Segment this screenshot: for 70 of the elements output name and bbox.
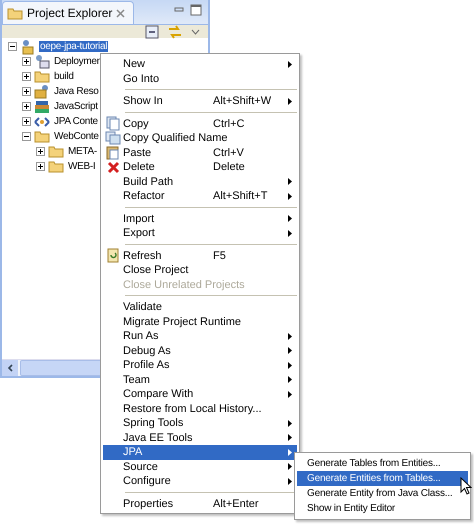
menu-item[interactable]: Compare With	[103, 387, 297, 402]
menu-item[interactable]: Source	[103, 460, 297, 474]
expand-icon[interactable]	[22, 117, 31, 126]
menu-item[interactable]: Generate Entities from Tables...	[297, 471, 468, 486]
copy-icon	[105, 131, 121, 146]
menu-item[interactable]: Copy Qualified Name	[103, 131, 297, 146]
tree-item[interactable]: oepe-jpa-tutorial	[39, 41, 108, 52]
menu-item[interactable]: Show in Entity Editor	[297, 501, 468, 516]
diamond-arrows-icon	[34, 116, 50, 128]
menu-item[interactable]: Team	[103, 372, 297, 387]
menu-item[interactable]: Go Into	[103, 72, 297, 86]
menu-item[interactable]: Close Project	[103, 263, 297, 278]
menu-item[interactable]: JPA	[103, 445, 297, 460]
expand-icon[interactable]	[22, 57, 31, 66]
menu-item[interactable]: Properties Alt+Enter	[103, 496, 297, 511]
expand-icon[interactable]	[22, 72, 31, 81]
tree-item[interactable]: Java Reso	[53, 86, 100, 97]
collapse-all-icon[interactable]	[145, 24, 159, 38]
folder-icon	[7, 6, 23, 20]
menu-item[interactable]: Show In Alt+Shift+W	[103, 94, 297, 108]
menu-item[interactable]: Refresh F5	[103, 248, 297, 263]
menu-item[interactable]: Copy Ctrl+C	[103, 116, 297, 131]
menu-item[interactable]: Java EE Tools	[103, 430, 297, 445]
maximize-icon[interactable]	[190, 4, 202, 16]
tree-item[interactable]: META-	[67, 146, 98, 157]
menu-item[interactable]: Migrate Project Runtime	[103, 314, 297, 329]
close-icon[interactable]	[116, 8, 126, 18]
menu-item[interactable]: Delete Delete	[103, 160, 297, 174]
expand-icon[interactable]	[36, 162, 45, 171]
menu-item[interactable]: Refactor Alt+Shift+T	[103, 189, 297, 204]
menu-item[interactable]: New	[103, 57, 297, 72]
menu-item[interactable]: Debug As	[103, 344, 297, 358]
menu-item[interactable]: Validate	[103, 300, 297, 314]
menu-item[interactable]: Restore from Local History...	[103, 402, 297, 416]
delete-icon	[106, 160, 120, 174]
submenu-arrow-icon	[288, 98, 292, 105]
menu-item[interactable]: Configure	[103, 474, 297, 488]
expand-icon[interactable]	[22, 87, 31, 96]
tree-item[interactable]: WebConte	[53, 131, 100, 142]
collapse-icon[interactable]	[22, 132, 31, 141]
deployment-icon	[34, 54, 50, 69]
folder-icon	[34, 70, 50, 83]
refresh-icon	[106, 248, 120, 264]
scroll-left-button[interactable]	[2, 360, 18, 376]
menu-item[interactable]: Export	[103, 226, 297, 240]
folder-icon	[48, 145, 64, 158]
menu-item[interactable]: Profile As	[103, 358, 297, 372]
expand-icon[interactable]	[22, 102, 31, 111]
copy-icon	[106, 116, 120, 132]
books-icon	[34, 100, 50, 114]
clipboard-icon	[106, 145, 120, 160]
tree-item[interactable]: WEB-I	[67, 161, 96, 172]
menu-item[interactable]: Run As	[103, 329, 297, 344]
tree-item[interactable]: JavaScript	[53, 101, 99, 112]
collapse-icon[interactable]	[8, 42, 17, 51]
package-icon	[34, 84, 50, 99]
tree-item[interactable]: Deploymen	[53, 56, 103, 67]
tree-item[interactable]: build	[53, 71, 75, 82]
menu-item[interactable]: Import	[103, 212, 297, 226]
menu-item[interactable]: Build Path	[103, 174, 297, 189]
menu-item[interactable]: Generate Tables from Entities...	[297, 456, 468, 471]
menu-item[interactable]: Spring Tools	[103, 416, 297, 430]
menu-item[interactable]: Paste Ctrl+V	[103, 146, 297, 160]
folder-icon	[34, 130, 50, 143]
project-icon	[20, 38, 36, 54]
view-menu-icon[interactable]	[191, 28, 200, 34]
expand-icon[interactable]	[36, 147, 45, 156]
folder-icon	[48, 160, 64, 173]
tree-item[interactable]: JPA Conte	[53, 116, 99, 127]
submenu-arrow-icon	[288, 60, 292, 68]
